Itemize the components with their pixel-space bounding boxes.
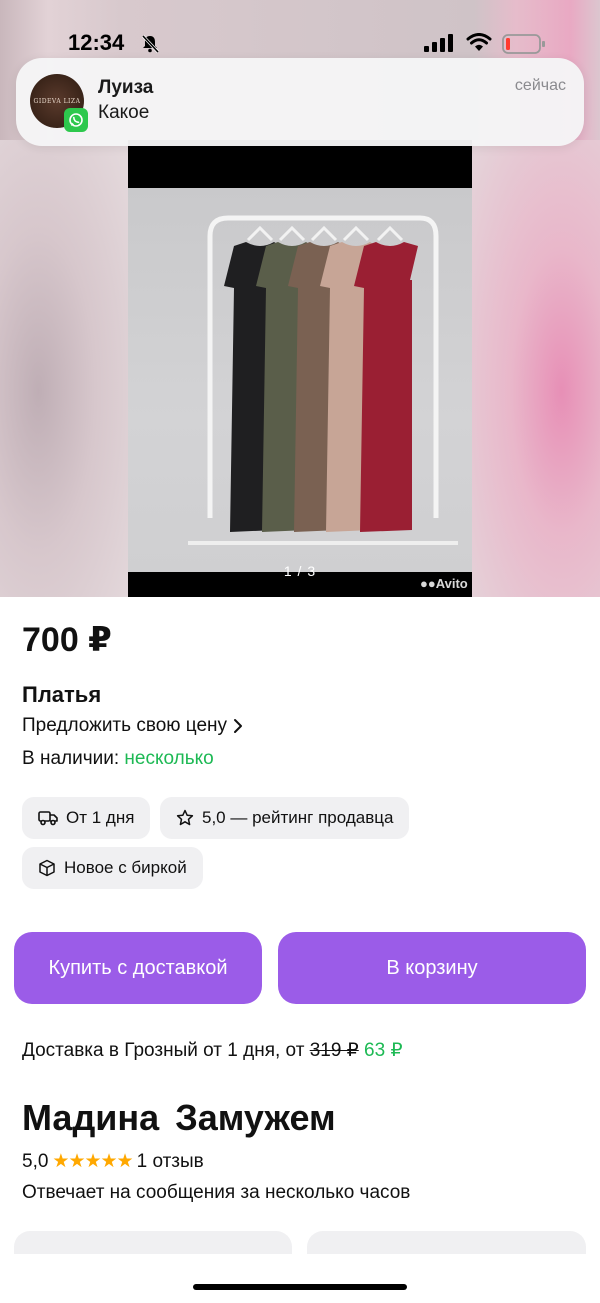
- seller-rating-label: 5,0 — рейтинг продавца: [202, 808, 394, 827]
- gallery-blur-left: [0, 140, 128, 597]
- image-counter: 1 / 3: [283, 563, 317, 579]
- battery-icon: [502, 34, 545, 54]
- buy-with-delivery-button[interactable]: Купить с доставкой: [14, 932, 262, 1004]
- bottom-fade: [0, 1254, 600, 1303]
- seller-name[interactable]: Мадина Замужем: [22, 1097, 336, 1139]
- rating-stars-icon: ★★★★★: [52, 1151, 133, 1172]
- delivery-new-price: 63 ₽: [364, 1040, 403, 1061]
- home-indicator[interactable]: [193, 1284, 407, 1290]
- whatsapp-icon: [64, 108, 88, 132]
- delivery-info: Доставка в Грозный от 1 дня, от 319 ₽ 63…: [22, 1039, 403, 1062]
- product-price: 700 ₽: [22, 621, 112, 659]
- product-photo[interactable]: [128, 140, 472, 597]
- delivery-old-price: 319 ₽: [309, 1040, 359, 1061]
- seller-reviews-count: 1 отзыв: [136, 1150, 204, 1172]
- bell-slash-icon: [141, 34, 160, 54]
- hanger: [376, 225, 404, 242]
- hanger: [310, 225, 338, 242]
- delivery-time-chip[interactable]: От 1 дня: [22, 797, 151, 839]
- condition-label: Новое с биркой: [64, 858, 187, 877]
- signal-icon: [424, 34, 453, 52]
- offer-price-label: Предложить свою цену: [22, 715, 228, 736]
- hanger: [246, 225, 274, 242]
- hanger: [342, 225, 370, 242]
- condition-chip[interactable]: Новое с биркой: [22, 847, 203, 889]
- seller-rating-chip[interactable]: 5,0 — рейтинг продавца: [160, 797, 410, 839]
- notification-banner[interactable]: GIDEVA LIZA Луиза Какое сейчас: [16, 58, 584, 146]
- chevron-right-icon: [234, 719, 243, 733]
- notification-message: Какое: [98, 102, 150, 123]
- star-outline-icon: [176, 809, 194, 826]
- seller-rating-value: 5,0: [22, 1150, 49, 1172]
- offer-price-link[interactable]: Предложить свою цену: [22, 715, 243, 737]
- availability-value: несколько: [124, 748, 214, 769]
- gallery-blur-right: [472, 140, 600, 597]
- add-to-cart-button[interactable]: В корзину: [278, 932, 586, 1004]
- delivery-text: Доставка в Грозный от 1 дня, от: [22, 1040, 305, 1061]
- notification-sender: Луиза: [98, 77, 154, 98]
- notification-time: сейчас: [514, 77, 566, 94]
- product-title: Платья: [22, 682, 102, 707]
- delivery-time-label: От 1 дня: [66, 808, 135, 827]
- status-time: 12:34: [68, 30, 125, 55]
- hanger: [278, 225, 306, 242]
- dress: [354, 242, 418, 532]
- avito-logo-icon: ●●: [420, 576, 436, 591]
- truck-icon: [38, 811, 58, 826]
- availability-label: В наличии:: [22, 748, 120, 769]
- wifi-icon: [466, 33, 492, 51]
- box-icon: [39, 859, 55, 877]
- dresses-on-rack-image: [188, 215, 458, 545]
- availability: В наличии: несколько: [22, 748, 214, 770]
- seller-rating-row[interactable]: 5,0 ★★★★★ 1 отзыв: [22, 1150, 204, 1173]
- seller-response-time: Отвечает на сообщения за несколько часов: [22, 1182, 411, 1203]
- avito-watermark: ●●Avito: [420, 576, 468, 591]
